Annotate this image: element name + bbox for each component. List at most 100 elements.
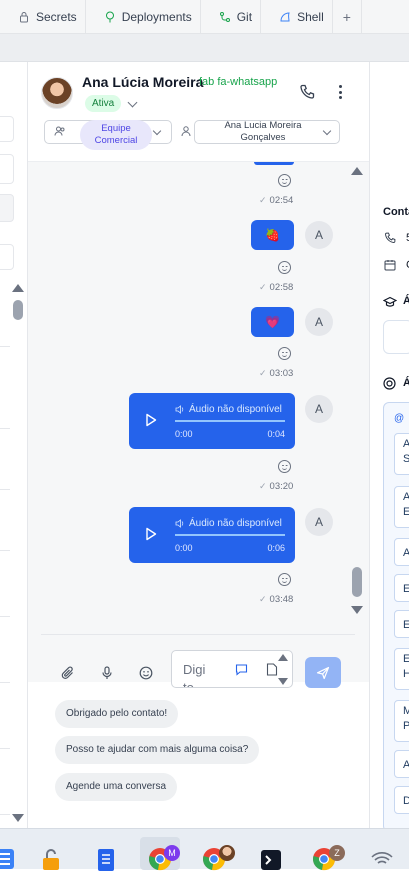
emoji-reaction-icon[interactable] [278, 460, 291, 473]
list-item[interactable]: M P [394, 700, 409, 742]
divider [0, 550, 10, 551]
sender-avatar: A [305, 221, 333, 249]
speaker-icon [175, 519, 184, 528]
scrollbar-thumb[interactable] [13, 300, 23, 320]
app-grid-icon[interactable] [0, 847, 16, 871]
document-icon[interactable] [266, 663, 278, 676]
emoji-icon[interactable] [139, 666, 153, 680]
tab-git[interactable]: Git [201, 0, 262, 34]
message-emoji: 💗 [265, 315, 280, 329]
divider [0, 682, 10, 683]
add-tab-button[interactable]: + [333, 0, 362, 34]
audio-message[interactable]: Áudio não disponível 0:00 0:04 [129, 393, 295, 449]
list-control[interactable] [0, 194, 14, 222]
section-title: Á [403, 295, 409, 307]
list-item[interactable]: E [394, 574, 409, 602]
send-button[interactable] [305, 657, 341, 688]
list-control[interactable] [0, 154, 14, 184]
section-card[interactable] [383, 320, 409, 354]
audio-progress[interactable] [175, 534, 285, 536]
phone-icon[interactable] [299, 84, 315, 100]
play-icon[interactable] [145, 413, 157, 427]
profile-badge: Z [329, 845, 345, 861]
chat-bubble-icon[interactable] [235, 663, 248, 676]
message-time: ✓ 03:20 [259, 481, 294, 492]
profile-avatar [219, 845, 235, 861]
message-bubble[interactable]: 💗 [251, 307, 294, 337]
message-list[interactable]: ✓ 02:54 🍓 A ✓ 02:58 💗 A ✓ 03:03 Áudio não d… [28, 162, 369, 682]
emoji-reaction-icon[interactable] [278, 174, 291, 187]
message-emoji: 🍓 [265, 228, 280, 242]
emoji-reaction-icon[interactable] [278, 573, 291, 586]
play-icon[interactable] [145, 527, 157, 541]
audio-title: Áudio não disponível [189, 518, 282, 529]
wifi-icon[interactable] [370, 847, 394, 871]
audio-title: Áudio não disponível [189, 404, 282, 415]
tree-icon [105, 11, 114, 23]
quick-reply-chip[interactable]: Obrigado pelo contato! [55, 700, 179, 728]
audio-duration: 0:06 [267, 543, 285, 553]
shell-icon [280, 12, 290, 22]
agent-label: Ana Lucia Moreira Gonçalves [224, 120, 302, 143]
message-time: ✓ 03:03 [259, 368, 294, 379]
audio-current-time: 0:00 [175, 429, 193, 439]
lock-icon[interactable] [39, 847, 63, 871]
scroll-up-arrow[interactable] [351, 167, 363, 175]
scroll-up-arrow[interactable] [12, 284, 24, 292]
divider [0, 346, 10, 347]
more-options-button[interactable] [335, 84, 345, 100]
chevron-down-icon[interactable] [127, 97, 138, 108]
message-input-text: Digi to [183, 662, 206, 688]
graduation-cap-icon [383, 296, 397, 307]
section-title: Á [403, 377, 409, 389]
notepad-icon[interactable] [94, 847, 118, 871]
send-icon [316, 666, 330, 679]
conversation-list-panel [0, 62, 28, 828]
terminal-icon[interactable] [259, 847, 283, 871]
scrollbar-thumb[interactable] [352, 567, 362, 597]
tab-secrets[interactable]: Secrets [0, 0, 86, 34]
contact-avatar[interactable] [41, 77, 73, 109]
list-item[interactable]: A [394, 750, 409, 778]
tab-label: Git [236, 10, 253, 24]
attachment-icon[interactable] [61, 666, 75, 680]
message-time: ✓ 02:54 [259, 195, 294, 206]
contact-heading: Conta [383, 206, 409, 218]
tab-label: Shell [297, 10, 324, 24]
audio-message[interactable]: Áudio não disponível 0:00 0:06 [129, 507, 295, 563]
scroll-up-arrow[interactable] [278, 654, 288, 661]
sender-avatar: A [305, 508, 333, 536]
chat-panel: Ana Lúcia Moreira fab fa-whatsapp Ativa … [28, 62, 369, 828]
list-item[interactable]: D [394, 786, 409, 814]
list-control[interactable] [0, 244, 14, 270]
list-item[interactable]: A S [394, 433, 409, 475]
message-input[interactable]: Digi to [171, 650, 293, 688]
scroll-down-arrow[interactable] [12, 814, 24, 822]
status-badge[interactable]: Ativa [85, 95, 122, 112]
audio-progress[interactable] [175, 420, 285, 422]
list-control[interactable] [0, 116, 14, 142]
audio-duration: 0:04 [267, 429, 285, 439]
list-item[interactable]: A E [394, 486, 409, 528]
list-header: @ [394, 413, 405, 424]
quick-reply-chip[interactable]: Posso te ajudar com mais alguma coisa? [55, 736, 260, 764]
tab-shell[interactable]: Shell [261, 0, 333, 34]
sender-avatar: A [305, 395, 333, 423]
scroll-down-arrow[interactable] [278, 678, 288, 685]
toolbar-strip [0, 34, 409, 62]
list-item[interactable]: E H [394, 648, 409, 690]
list-item[interactable]: A [394, 538, 409, 566]
divider [0, 616, 10, 617]
user-icon [181, 126, 191, 137]
tab-deployments[interactable]: Deployments [86, 0, 201, 34]
git-icon [219, 12, 230, 22]
taskbar: M Z [0, 828, 409, 871]
message-bubble[interactable]: 🍓 [251, 220, 294, 250]
quick-reply-chip[interactable]: Agende uma conversa [55, 773, 178, 801]
list-item[interactable]: E [394, 610, 409, 638]
emoji-reaction-icon[interactable] [278, 347, 291, 360]
microphone-icon[interactable] [100, 666, 114, 680]
divider [0, 489, 10, 490]
emoji-reaction-icon[interactable] [278, 261, 291, 274]
scroll-down-arrow[interactable] [351, 606, 363, 614]
